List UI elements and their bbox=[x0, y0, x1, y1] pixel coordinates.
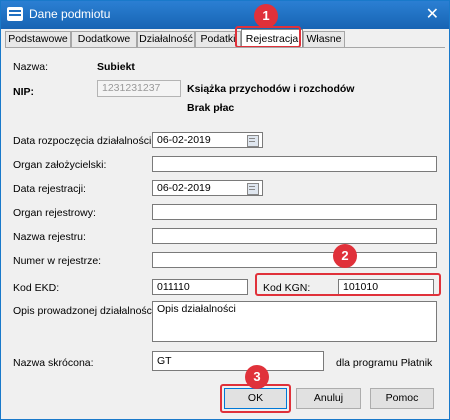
calendar-icon[interactable] bbox=[247, 135, 259, 147]
step-badge-3: 3 bbox=[245, 365, 269, 389]
ekd-label: Kod EKD: bbox=[13, 282, 60, 294]
reg-date-label: Data rejestracji: bbox=[13, 183, 86, 195]
tab-wlasne[interactable]: Własne bbox=[303, 31, 345, 47]
tab-dodatkowe[interactable]: Dodatkowe bbox=[71, 31, 137, 47]
payroll-status: Brak płac bbox=[187, 102, 235, 114]
registry-name-label: Nazwa rejestru: bbox=[13, 231, 86, 243]
start-date-field[interactable]: 06-02-2019 bbox=[152, 132, 263, 148]
short-name-field[interactable]: GT bbox=[152, 351, 324, 371]
highlight-tab-rejestracja bbox=[235, 26, 301, 48]
accounting-type: Książka przychodów i rozchodów bbox=[187, 83, 355, 95]
founder-label: Organ założycielski: bbox=[13, 159, 107, 171]
name-label: Nazwa: bbox=[13, 61, 49, 73]
name-value: Subiekt bbox=[97, 61, 135, 73]
registry-org-field[interactable] bbox=[152, 204, 437, 220]
registry-org-label: Organ rejestrowy: bbox=[13, 207, 96, 219]
highlight-kgn bbox=[255, 273, 441, 296]
help-button[interactable]: Pomoc bbox=[370, 388, 434, 409]
step-badge-2: 2 bbox=[333, 244, 357, 268]
ekd-field[interactable]: 011110 bbox=[152, 279, 248, 295]
nip-field: 1231231237 bbox=[97, 80, 181, 97]
registry-number-field[interactable] bbox=[152, 252, 437, 268]
close-icon[interactable]: ✕ bbox=[426, 4, 439, 24]
calendar-icon[interactable] bbox=[247, 183, 259, 195]
window-title: Dane podmiotu bbox=[29, 7, 111, 21]
dialog-window: Dane podmiotu ✕ Podstawowe Dodatkowe Dzi… bbox=[0, 0, 450, 420]
tab-dzialalnosc[interactable]: Działalność bbox=[137, 31, 195, 47]
registry-number-label: Numer w rejestrze: bbox=[13, 255, 102, 267]
short-name-label: Nazwa skrócona: bbox=[13, 357, 94, 369]
step-badge-1: 1 bbox=[254, 4, 278, 28]
short-name-hint: dla programu Płatnik bbox=[336, 357, 433, 369]
tab-podstawowe[interactable]: Podstawowe bbox=[5, 31, 71, 47]
activity-desc-field[interactable]: Opis działalności bbox=[152, 301, 437, 342]
nip-label: NIP: bbox=[13, 86, 34, 98]
founder-field[interactable] bbox=[152, 156, 437, 172]
title-bar: Dane podmiotu ✕ bbox=[1, 1, 449, 29]
cancel-button[interactable]: Anuluj bbox=[296, 388, 361, 409]
registry-name-field[interactable] bbox=[152, 228, 437, 244]
start-date-label: Data rozpoczęcia działalności: bbox=[13, 135, 155, 147]
activity-desc-label: Opis prowadzonej działalności: bbox=[13, 305, 158, 317]
reg-date-field[interactable]: 06-02-2019 bbox=[152, 180, 263, 196]
window-app-icon bbox=[7, 7, 23, 21]
